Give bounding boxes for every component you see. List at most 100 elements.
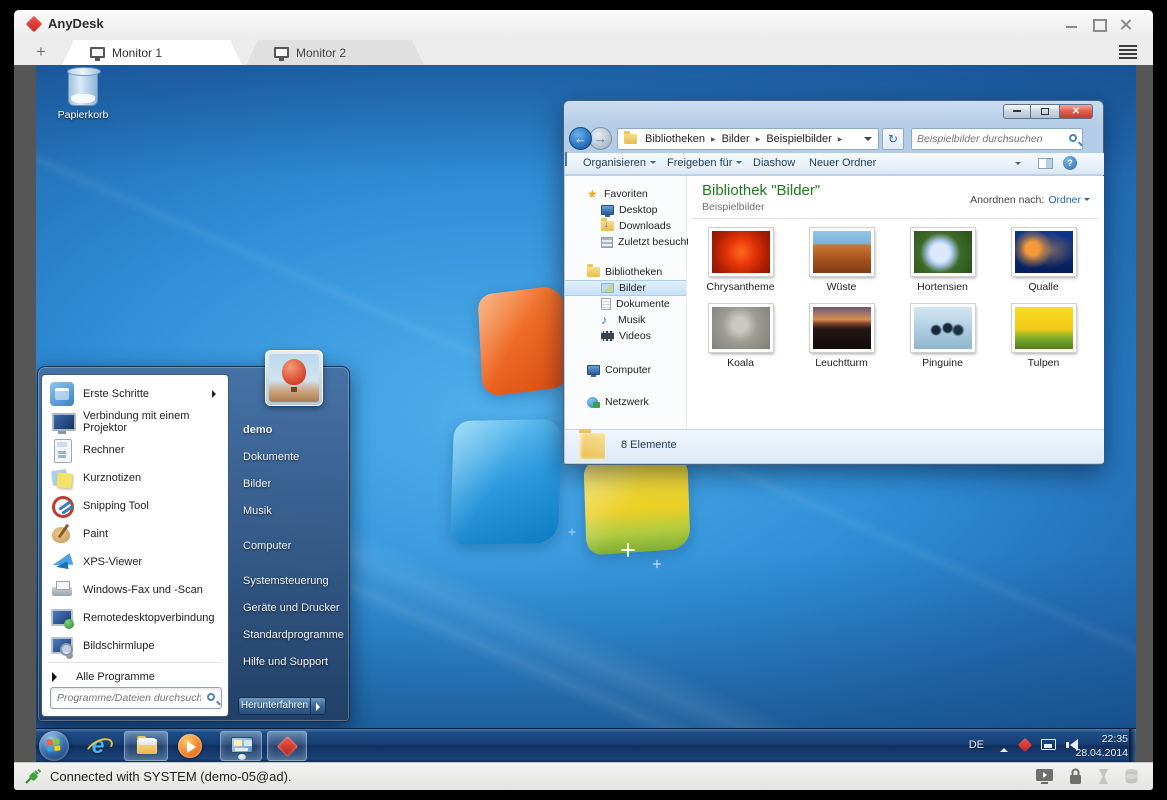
recycle-bin[interactable]: Papierkorb — [50, 70, 116, 121]
breadcrumb-beispielbilder[interactable]: Beispielbilder — [763, 133, 845, 145]
user-avatar[interactable] — [265, 350, 323, 406]
sidebar-item-downloads[interactable]: Downloads — [565, 218, 686, 234]
shutdown-button[interactable]: Herunterfahren — [238, 697, 326, 715]
database-icon[interactable] — [1124, 768, 1139, 785]
menu-item-kurznotizen[interactable]: Kurznotizen — [42, 464, 228, 492]
menu-item-bildschirmlupe[interactable]: Bildschirmlupe — [42, 632, 228, 660]
remote-desktop[interactable]: Papierkorb ✕ ← → Bibliotheken Bilder B — [36, 65, 1136, 762]
sidebar-item-favoriten[interactable]: Favoriten — [565, 186, 686, 202]
videos-icon — [601, 331, 614, 341]
anydesk-tray-icon[interactable] — [1018, 738, 1032, 752]
tab-monitor-2[interactable]: Monitor 2 — [246, 40, 424, 65]
minimize-button[interactable] — [1065, 18, 1079, 30]
file-leuchtturm[interactable]: Leuchtturm — [791, 304, 892, 369]
explorer-search[interactable] — [911, 128, 1083, 150]
views-icon[interactable] — [565, 152, 567, 166]
item-count: 8 Elemente — [621, 439, 677, 451]
arrange-value-link[interactable]: Ordner — [1048, 194, 1081, 206]
views-dropdown-icon[interactable] — [1015, 162, 1021, 168]
menu-item-remotedesktop[interactable]: Remotedesktopverbindung — [42, 604, 228, 632]
back-button[interactable]: ← — [569, 127, 592, 150]
breadcrumb-bilder[interactable]: Bilder — [719, 133, 764, 145]
refresh-button[interactable]: ↻ — [882, 128, 904, 150]
lock-icon[interactable] — [1068, 768, 1083, 785]
slideshow-button[interactable]: Diashow — [753, 157, 795, 169]
menu-item-rechner[interactable]: Rechner — [42, 436, 228, 464]
menu-item-fax-scan[interactable]: Windows-Fax und -Scan — [42, 576, 228, 604]
hamburger-menu-icon[interactable] — [1119, 43, 1139, 59]
clock[interactable]: 22:35 28.04.2014 — [1075, 732, 1128, 760]
media-player-icon[interactable] — [178, 734, 202, 758]
start-button[interactable] — [39, 731, 69, 761]
menu-item-geraete-drucker[interactable]: Geräte und Drucker — [229, 594, 347, 621]
language-indicator[interactable]: DE — [969, 739, 984, 751]
file-tulpen[interactable]: Tulpen — [993, 304, 1094, 369]
explorer-maximize-button[interactable] — [1031, 104, 1059, 119]
organize-menu[interactable]: Organisieren — [583, 157, 656, 169]
start-search[interactable] — [50, 687, 222, 709]
menu-item-projektor[interactable]: Verbindung mit einem Projektor — [42, 408, 228, 436]
explorer-taskbar-button[interactable] — [124, 731, 168, 761]
explorer-window: ✕ ← → Bibliotheken Bilder Beispielbilder… — [563, 100, 1104, 465]
menu-item-systemsteuerung[interactable]: Systemsteuerung — [229, 567, 347, 594]
all-programs[interactable]: Alle Programme — [42, 665, 228, 689]
file-hortensien[interactable]: Hortensien — [892, 228, 993, 293]
maximize-button[interactable] — [1091, 18, 1105, 30]
explorer-minimize-button[interactable] — [1003, 104, 1031, 119]
menu-item-xps-viewer[interactable]: XPS-Viewer — [42, 548, 228, 576]
file-pinguine[interactable]: Pinguine — [892, 304, 993, 369]
internet-explorer-icon[interactable]: e — [85, 733, 111, 759]
sidebar-item-videos[interactable]: Videos — [565, 328, 686, 344]
library-subheading: Beispielbilder — [702, 201, 764, 213]
anydesk-taskbar-button[interactable] — [267, 731, 307, 761]
menu-item-snipping-tool[interactable]: Snipping Tool — [42, 492, 228, 520]
help-icon[interactable]: ? — [1063, 156, 1077, 170]
hourglass-icon[interactable] — [1097, 768, 1110, 785]
sidebar-item-musik[interactable]: Musik — [565, 312, 686, 328]
app-window-icon — [231, 737, 253, 753]
start-search-input[interactable] — [57, 689, 201, 707]
tab-monitor-1[interactable]: Monitor 1 — [62, 40, 242, 65]
sidebar-item-recent[interactable]: Zuletzt besucht — [565, 234, 686, 250]
file-wueste[interactable]: Wüste — [791, 228, 892, 293]
sidebar-item-bibliotheken[interactable]: Bibliotheken — [565, 264, 686, 280]
breadcrumb-bibliotheken[interactable]: Bibliotheken — [642, 133, 719, 145]
menu-item-demo-user[interactable]: demo — [229, 416, 347, 443]
new-tab-button[interactable]: + — [30, 41, 52, 63]
sidebar-item-desktop[interactable]: Desktop — [565, 202, 686, 218]
forward-button[interactable]: → — [589, 127, 612, 150]
menu-item-bilder[interactable]: Bilder — [229, 470, 347, 497]
app-window-taskbar-button[interactable] — [220, 731, 262, 761]
close-button[interactable] — [1119, 18, 1133, 30]
monitor-play-icon[interactable] — [1035, 768, 1054, 785]
file-koala[interactable]: Koala — [690, 304, 791, 369]
menu-item-musik[interactable]: Musik — [229, 497, 347, 524]
menu-item-hilfe-support[interactable]: Hilfe und Support — [229, 648, 347, 675]
anydesk-statusbar: Connected with SYSTEM (demo-05@ad). — [14, 762, 1153, 790]
network-tray-icon[interactable] — [1041, 739, 1056, 750]
divider — [692, 218, 1098, 219]
thumbnail-wueste — [810, 228, 874, 276]
sidebar-item-bilder[interactable]: Bilder — [565, 280, 686, 296]
breadcrumb-dropdown-icon[interactable] — [864, 137, 872, 145]
sidebar-item-dokumente[interactable]: Dokumente — [565, 296, 686, 312]
sidebar-item-netzwerk[interactable]: Netzwerk — [565, 394, 686, 410]
shutdown-options-arrow[interactable] — [310, 697, 326, 715]
share-menu[interactable]: Freigeben für — [667, 157, 742, 169]
explorer-close-button[interactable]: ✕ — [1059, 104, 1093, 119]
menu-item-paint[interactable]: Paint — [42, 520, 228, 548]
preview-pane-icon[interactable] — [1038, 158, 1053, 169]
breadcrumb[interactable]: Bibliotheken Bilder Beispielbilder — [617, 128, 879, 150]
file-qualle[interactable]: Qualle — [993, 228, 1094, 293]
menu-item-dokumente[interactable]: Dokumente — [229, 443, 347, 470]
file-chrysantheme[interactable]: Chrysantheme — [690, 228, 791, 293]
show-desktop-button[interactable] — [1129, 729, 1136, 762]
menu-item-erste-schritte[interactable]: Erste Schritte — [42, 380, 228, 408]
new-folder-button[interactable]: Neuer Ordner — [809, 157, 876, 169]
menu-item-standardprogramme[interactable]: Standardprogramme — [229, 621, 347, 648]
explorer-search-input[interactable] — [917, 130, 1065, 148]
menu-item-computer[interactable]: Computer — [229, 532, 347, 559]
tray-expand-icon[interactable] — [1000, 744, 1008, 752]
arrange-dropdown-icon[interactable] — [1084, 198, 1090, 204]
sidebar-item-computer[interactable]: Computer — [565, 362, 686, 378]
